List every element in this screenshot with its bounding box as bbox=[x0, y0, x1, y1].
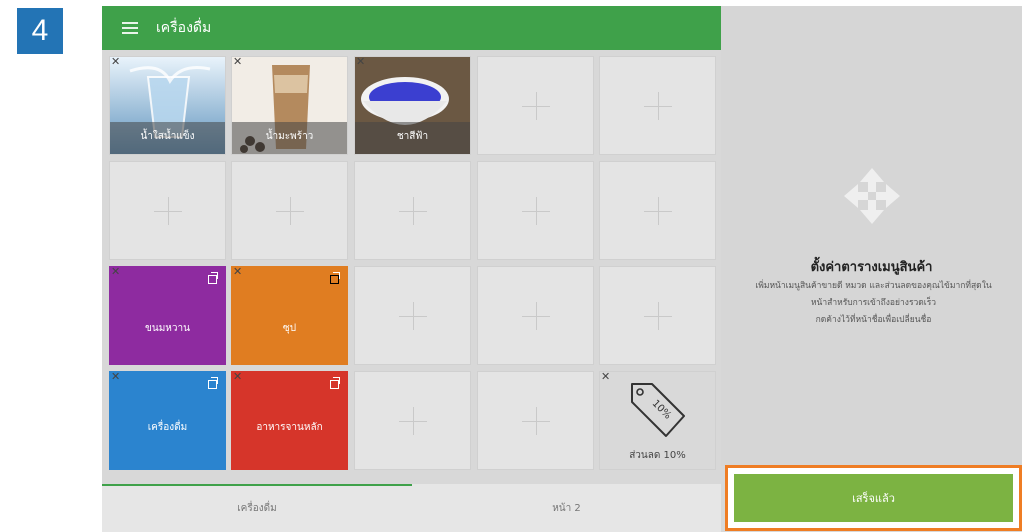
close-icon[interactable]: ✕ bbox=[111, 267, 120, 278]
category-soup[interactable]: ✕ ซุป bbox=[231, 266, 348, 365]
item-label: ชาสีฟ้า bbox=[396, 131, 429, 142]
instructions-panel: ตั้งค่าตารางเมนูสินค้า เพิ่มหน้าเมนูสินค… bbox=[721, 6, 1022, 466]
description-line: เพิ่มหน้าเมนูสินค้าขายดี หมวด และส่วนลดข… bbox=[755, 281, 992, 291]
item-label: น้ำมะพร้าว bbox=[265, 131, 314, 142]
page-title: เครื่องดื่ม bbox=[156, 20, 212, 36]
empty-slot[interactable] bbox=[109, 161, 226, 260]
category-main-dishes[interactable]: ✕ อาหารจานหลัก bbox=[231, 371, 348, 470]
menu-grid: ✕ น้ำใสน้ำแข็ง ✕ น้ำมะพร้าว ✕ ชาสีฟ้า ✕ … bbox=[109, 56, 717, 472]
empty-slot[interactable] bbox=[354, 266, 471, 365]
empty-slot[interactable] bbox=[599, 161, 716, 260]
close-icon[interactable]: ✕ bbox=[233, 372, 242, 383]
price-tag-icon: 10% bbox=[631, 383, 685, 437]
step-badge: 4 bbox=[17, 8, 63, 54]
close-icon[interactable]: ✕ bbox=[111, 57, 120, 68]
description-line: หน้าสำหรับการเข้าถึงอย่างรวดเร็ว bbox=[810, 298, 937, 308]
empty-slot[interactable] bbox=[477, 266, 594, 365]
empty-slot[interactable] bbox=[231, 161, 348, 260]
tab-page-2[interactable]: หน้า 2 bbox=[412, 484, 721, 532]
panel-description: เพิ่มหน้าเมนูสินค้าขายดี หมวด และส่วนลดข… bbox=[729, 278, 1018, 329]
category-desserts[interactable]: ✕ ขนมหวาน bbox=[109, 266, 226, 365]
done-button-highlight: เสร็จแล้ว bbox=[725, 465, 1022, 531]
category-label: ซุป bbox=[282, 323, 297, 334]
discount-10-percent[interactable]: ✕ 10% ส่วนลด 10% bbox=[599, 371, 716, 470]
close-icon[interactable]: ✕ bbox=[233, 57, 242, 68]
category-icon bbox=[208, 377, 218, 389]
move-arrows-icon bbox=[844, 168, 900, 224]
description-line: กดค้างไว้ที่หน้าชื่อเพื่อเปลี่ยนชื่อ bbox=[815, 315, 932, 325]
empty-slot[interactable] bbox=[599, 266, 716, 365]
close-icon[interactable]: ✕ bbox=[111, 372, 120, 383]
close-icon[interactable]: ✕ bbox=[356, 57, 365, 68]
grid-item-water[interactable]: ✕ น้ำใสน้ำแข็ง bbox=[109, 56, 226, 155]
item-label: น้ำใสน้ำแข็ง bbox=[140, 131, 195, 142]
grid-item-coconut[interactable]: ✕ น้ำมะพร้าว bbox=[231, 56, 348, 155]
grid-item-blue-tea[interactable]: ✕ ชาสีฟ้า bbox=[354, 56, 471, 155]
panel-title: ตั้งค่าตารางเมนูสินค้า bbox=[810, 260, 933, 275]
empty-slot[interactable] bbox=[354, 371, 471, 470]
app-bar: เครื่องดื่ม bbox=[102, 6, 721, 50]
done-button[interactable]: เสร็จแล้ว bbox=[734, 474, 1013, 522]
pos-app: เครื่องดื่ม ✕ น้ำใสน้ำแข็ง ✕ น้ำมะพร้าว … bbox=[102, 6, 1022, 532]
category-label: เครื่องดื่ม bbox=[147, 422, 188, 433]
empty-slot[interactable] bbox=[354, 161, 471, 260]
category-label: ขนมหวาน bbox=[145, 323, 190, 334]
discount-label: ส่วนลด 10% bbox=[629, 450, 686, 461]
category-drinks[interactable]: ✕ เครื่องดื่ม bbox=[109, 371, 226, 470]
tab-drinks[interactable]: เครื่องดื่ม bbox=[102, 484, 412, 532]
empty-slot[interactable] bbox=[599, 56, 716, 155]
hamburger-icon[interactable] bbox=[122, 22, 138, 34]
close-icon[interactable]: ✕ bbox=[601, 372, 610, 383]
empty-slot[interactable] bbox=[477, 371, 594, 470]
close-icon[interactable]: ✕ bbox=[233, 267, 242, 278]
empty-slot[interactable] bbox=[477, 56, 594, 155]
category-label: อาหารจานหลัก bbox=[256, 422, 323, 433]
empty-slot[interactable] bbox=[477, 161, 594, 260]
category-icon bbox=[330, 272, 340, 284]
page-tabs: เครื่องดื่ม หน้า 2 bbox=[102, 484, 721, 532]
category-icon bbox=[208, 272, 218, 284]
screen: 4 เครื่องดื่ม ✕ น้ำใสน้ำแข็ง ✕ น้ำมะพร้า… bbox=[0, 0, 1023, 532]
category-icon bbox=[330, 377, 340, 389]
